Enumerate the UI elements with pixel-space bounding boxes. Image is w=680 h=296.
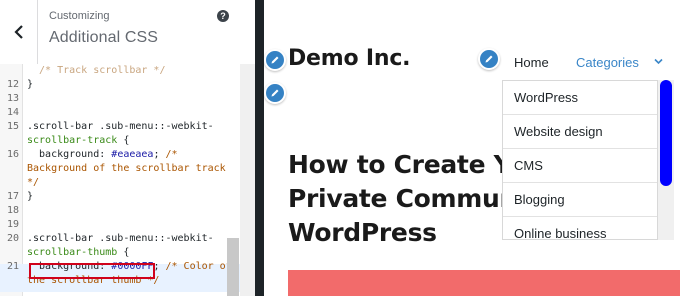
pencil-icon (485, 55, 493, 63)
code-line: 16 background: #eaeaea; /* (0, 148, 240, 162)
pencil-icon (271, 89, 279, 97)
code-token: /* (165, 149, 178, 160)
line-number: 20 (6, 233, 19, 244)
code-token: */ (27, 177, 40, 188)
site-preview: Demo Inc. Home Categories How to Create … (264, 0, 680, 296)
help-button[interactable]: ? (217, 10, 229, 22)
code-line: 13 (0, 92, 240, 106)
code-token: { (117, 247, 130, 258)
code-text: Background of the scrollbar track (27, 162, 226, 176)
submenu-item-online-business[interactable]: Online business (503, 217, 657, 239)
code-text: .scroll-bar .sub-menu::-webkit- (27, 232, 214, 246)
nav-item-home[interactable]: Home (514, 55, 549, 70)
code-token: background: (27, 149, 112, 160)
code-token: /* Color of (165, 261, 232, 272)
editor-scrollbar-thumb[interactable] (227, 238, 239, 296)
line-number: 13 (6, 93, 19, 104)
code-line: */ (0, 176, 240, 190)
code-token: .scroll-bar .sub-menu::-webkit- (27, 233, 214, 244)
submenu-scrollbar-thumb[interactable] (660, 80, 672, 186)
panel-divider (255, 0, 264, 296)
code-line: 20 .scroll-bar .sub-menu::-webkit- (0, 232, 240, 246)
code-line: Background of the scrollbar track (0, 162, 240, 176)
code-token: } (27, 191, 34, 202)
editor-scrollbar-track[interactable] (240, 64, 255, 296)
line-number: 16 (6, 149, 19, 160)
submenu-item-wordpress[interactable]: WordPress (503, 81, 657, 115)
code-text: .scroll-bar .sub-menu::-webkit- (27, 120, 214, 134)
code-text: } (27, 78, 33, 92)
code-text: */ (27, 176, 39, 190)
code-text: scrollbar-thumb { (27, 246, 129, 260)
submenu-item-website-design[interactable]: Website design (503, 115, 657, 149)
edit-shortcut-site-title[interactable] (264, 49, 286, 71)
categories-submenu: WordPress Website design CMS Blogging On… (502, 80, 658, 240)
code-line: /* Track scrollbar */ (0, 64, 240, 78)
line-number: 12 (6, 79, 19, 90)
customizing-label: Customizing (49, 10, 110, 22)
code-line: 18 (0, 204, 240, 218)
code-token: scrollbar-track (27, 135, 118, 146)
code-token: /* Track scrollbar */ (27, 65, 166, 76)
code-text: } (27, 190, 33, 204)
featured-image (288, 270, 680, 296)
edit-shortcut-tagline[interactable] (264, 82, 286, 104)
css-code-editor[interactable]: /* Track scrollbar */12} 13 14 15 .scroll-ba… (0, 64, 240, 296)
submenu-item-cms[interactable]: CMS (503, 149, 657, 183)
code-token: ; (153, 149, 166, 160)
line-number: 21 (6, 261, 19, 272)
code-text: scrollbar-track { (27, 134, 129, 148)
code-line: scrollbar-thumb { (0, 246, 240, 260)
line-number: 15 (6, 121, 19, 132)
code-line: 15 .scroll-bar .sub-menu::-webkit- (0, 120, 240, 134)
code-line: scrollbar-track { (0, 134, 240, 148)
site-title[interactable]: Demo Inc. (288, 46, 411, 71)
back-button[interactable] (0, 0, 38, 64)
annotation-highlight-box (29, 263, 155, 279)
line-number: 18 (6, 205, 19, 216)
code-line: 19 (0, 218, 240, 232)
code-token: { (117, 135, 130, 146)
code-token: .scroll-bar .sub-menu::-webkit- (27, 121, 214, 132)
code-line: 12} (0, 78, 240, 92)
customizer-header: Customizing Additional CSS ? (0, 0, 255, 65)
code-text: background: #eaeaea; /* (27, 148, 178, 162)
question-mark-icon: ? (220, 11, 226, 21)
line-number: 17 (6, 191, 19, 202)
customizer-sidebar: Customizing Additional CSS ? /* Track sc… (0, 0, 255, 296)
pencil-icon (271, 56, 279, 64)
line-number: 14 (6, 107, 19, 118)
edit-shortcut-menu[interactable] (478, 48, 500, 70)
submenu-item-blogging[interactable]: Blogging (503, 183, 657, 217)
chevron-down-icon[interactable] (654, 58, 663, 65)
nav-item-categories[interactable]: Categories (576, 55, 639, 70)
line-number: 19 (6, 219, 19, 230)
code-line: 14 (0, 106, 240, 120)
code-token: #eaeaea (111, 149, 154, 160)
chevron-left-icon (13, 25, 23, 39)
code-line: 17} (0, 190, 240, 204)
code-token: Background of the scrollbar track (27, 163, 226, 174)
code-token: scrollbar-thumb (27, 247, 118, 258)
panel-title: Additional CSS (49, 29, 159, 46)
code-token: ; (153, 261, 166, 272)
code-text: /* Track scrollbar */ (27, 64, 165, 78)
code-token: } (27, 79, 34, 90)
